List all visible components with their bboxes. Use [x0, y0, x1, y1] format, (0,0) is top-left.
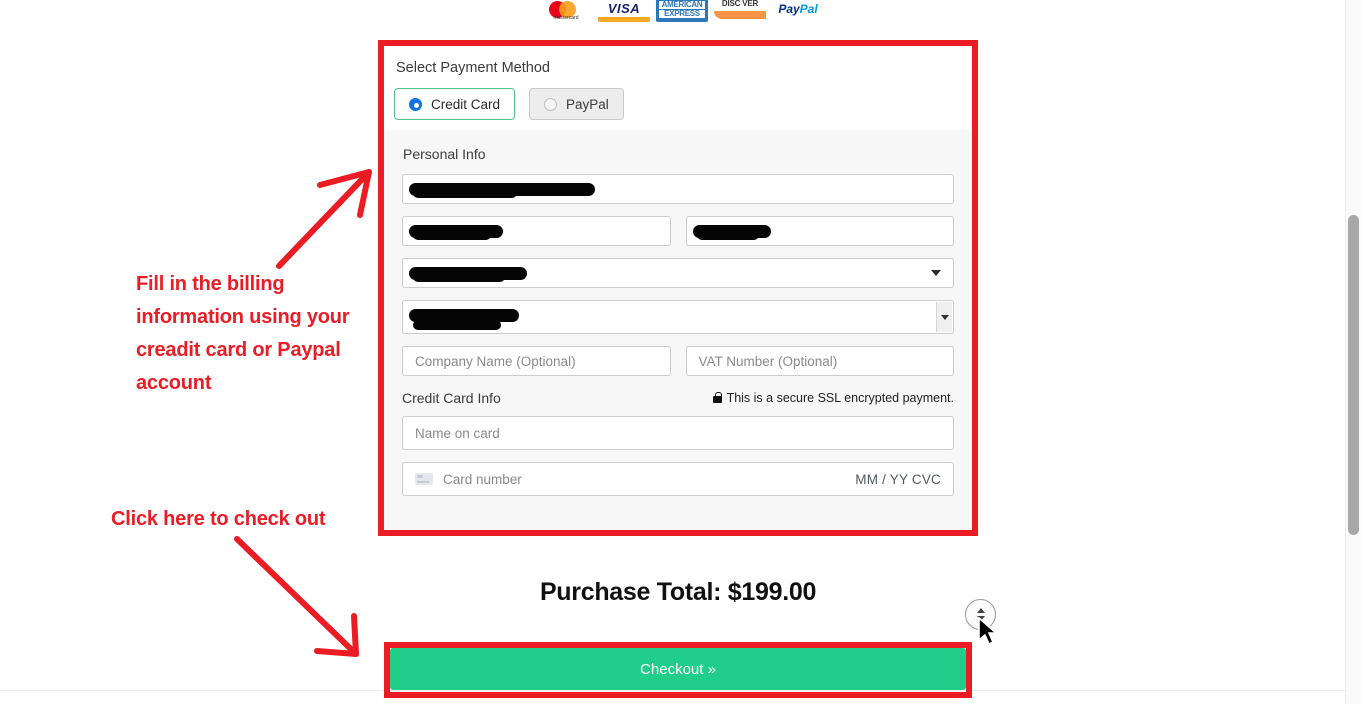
card-number-placeholder: Card number — [443, 471, 522, 487]
mastercard-logo: mastercard — [540, 0, 592, 22]
mastercard-logo-label: mastercard — [553, 15, 579, 21]
paypal-logo-part2: Pal — [799, 2, 818, 16]
radio-selected-icon[interactable] — [409, 97, 422, 111]
state-row — [402, 300, 954, 334]
payment-method-options: Credit Card PayPal — [394, 88, 962, 120]
card-number-field[interactable]: Card number MM / YY CVC — [402, 462, 954, 496]
amex-logo: AMERICAN EXPRESS — [656, 0, 708, 22]
name-row — [402, 216, 954, 246]
vat-number-field[interactable]: VAT Number (Optional) — [685, 346, 954, 376]
discover-logo-label: DISC VER — [721, 0, 759, 8]
country-row — [402, 258, 954, 288]
select-payment-method-label: Select Payment Method — [396, 60, 550, 76]
email-field[interactable] — [402, 174, 954, 204]
credit-card-info-header: Credit Card Info This is a secure SSL en… — [402, 390, 954, 406]
name-on-card-row: Name on card — [402, 416, 954, 450]
country-select[interactable] — [402, 258, 954, 288]
company-name-field[interactable]: Company Name (Optional) — [402, 346, 671, 376]
vertical-scrollbar-track[interactable] — [1345, 0, 1361, 704]
email-row — [402, 174, 954, 204]
payment-method-paypal-label: PayPal — [566, 96, 609, 112]
chevron-up-icon — [976, 608, 985, 613]
select-dropdown-arrow-icon[interactable] — [936, 302, 952, 332]
payment-method-paypal[interactable]: PayPal — [529, 88, 624, 120]
payment-method-credit-card-label: Credit Card — [431, 96, 501, 112]
payment-method-section: Select Payment Method Credit Card PayPal — [384, 46, 972, 130]
credit-card-info-label: Credit Card Info — [402, 390, 501, 406]
last-name-field[interactable] — [685, 216, 954, 246]
first-name-field[interactable] — [402, 216, 671, 246]
lock-icon — [712, 392, 722, 403]
billing-details-section: Personal Info Company Name (Optional) VA… — [384, 130, 972, 530]
annotation-text-billing: Fill in the billing information using yo… — [136, 273, 350, 394]
card-expiry-cvc-placeholder: MM / YY CVC — [855, 471, 941, 487]
vertical-scrollbar-thumb[interactable] — [1348, 215, 1359, 535]
name-on-card-field[interactable]: Name on card — [402, 416, 954, 450]
payment-method-credit-card[interactable]: Credit Card — [394, 88, 516, 120]
credit-card-icon — [415, 473, 433, 485]
radio-unselected-icon[interactable] — [544, 97, 558, 111]
card-number-row: Card number MM / YY CVC — [402, 462, 954, 496]
annotation-arrow-down — [234, 536, 359, 657]
state-select[interactable] — [402, 300, 954, 334]
ssl-secure-note: This is a secure SSL encrypted payment. — [712, 390, 954, 405]
purchase-total: Purchase Total: $199.00 — [539, 578, 817, 606]
mouse-cursor — [978, 617, 999, 646]
ssl-secure-note-text: This is a secure SSL encrypted payment. — [726, 390, 954, 405]
payment-form-card: Select Payment Method Credit Card PayPal… — [384, 46, 972, 530]
paypal-logo: Pay Pal — [772, 0, 824, 22]
amex-logo-line1: AMERICAN — [659, 0, 705, 9]
company-vat-row: Company Name (Optional) VAT Number (Opti… — [402, 346, 954, 376]
annotation-arrow-up — [276, 169, 372, 269]
discover-logo: DISC VER — [714, 0, 766, 22]
accepted-payment-logos: mastercard VISA AMERICAN EXPRESS DISC VE… — [540, 0, 824, 22]
amex-logo-line2: EXPRESS — [659, 9, 705, 18]
chevron-down-icon[interactable] — [931, 270, 941, 276]
checkout-button[interactable]: Checkout » — [390, 648, 966, 690]
visa-logo: VISA — [598, 0, 650, 22]
personal-info-label: Personal Info — [403, 146, 486, 162]
visa-logo-label: VISA — [607, 1, 641, 16]
paypal-logo-part1: Pay — [778, 2, 800, 16]
